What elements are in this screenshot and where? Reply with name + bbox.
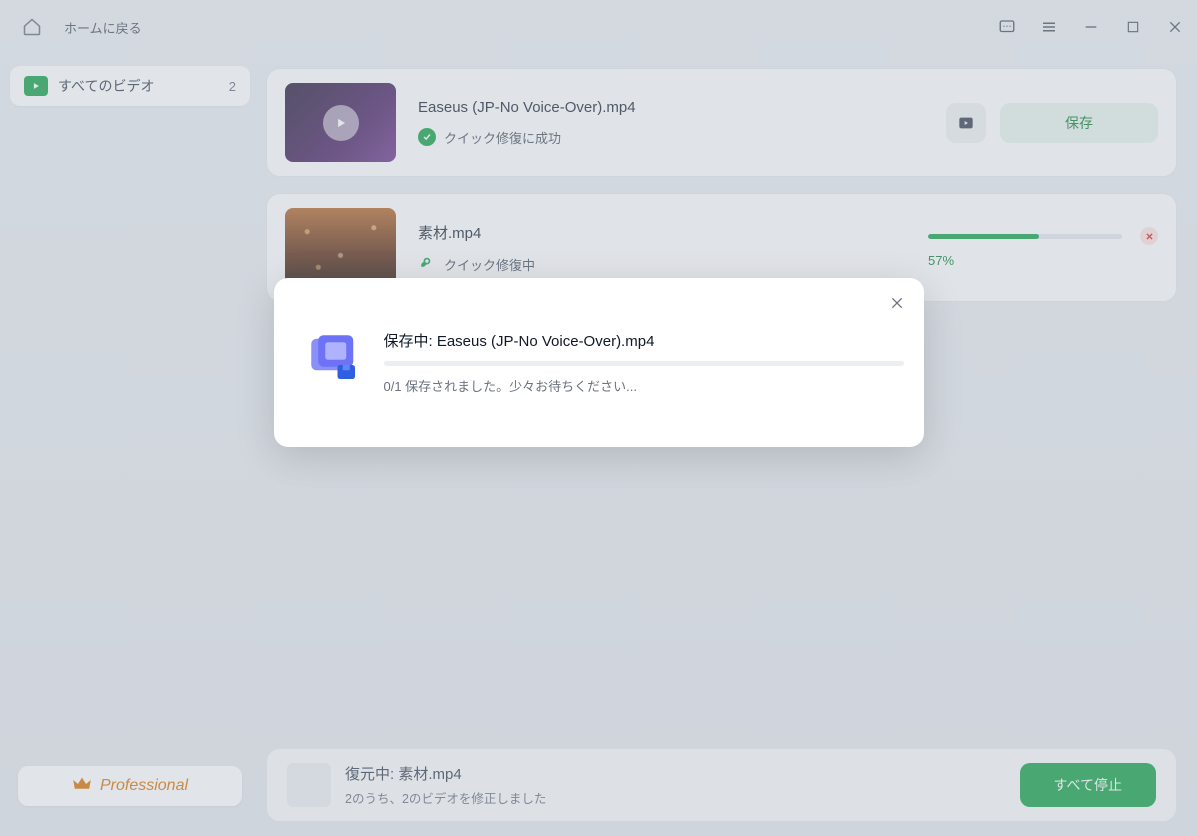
save-file-icon [306, 330, 362, 386]
modal-progress-bar [384, 361, 904, 366]
modal-backdrop: 保存中: Easeus (JP-No Voice-Over).mp4 0/1 保… [0, 0, 1197, 836]
modal-subtitle: 0/1 保存されました。少々お待ちください... [384, 376, 904, 395]
saving-modal: 保存中: Easeus (JP-No Voice-Over).mp4 0/1 保… [274, 278, 924, 447]
modal-close-button[interactable] [886, 292, 908, 314]
modal-title: 保存中: Easeus (JP-No Voice-Over).mp4 [384, 330, 904, 351]
